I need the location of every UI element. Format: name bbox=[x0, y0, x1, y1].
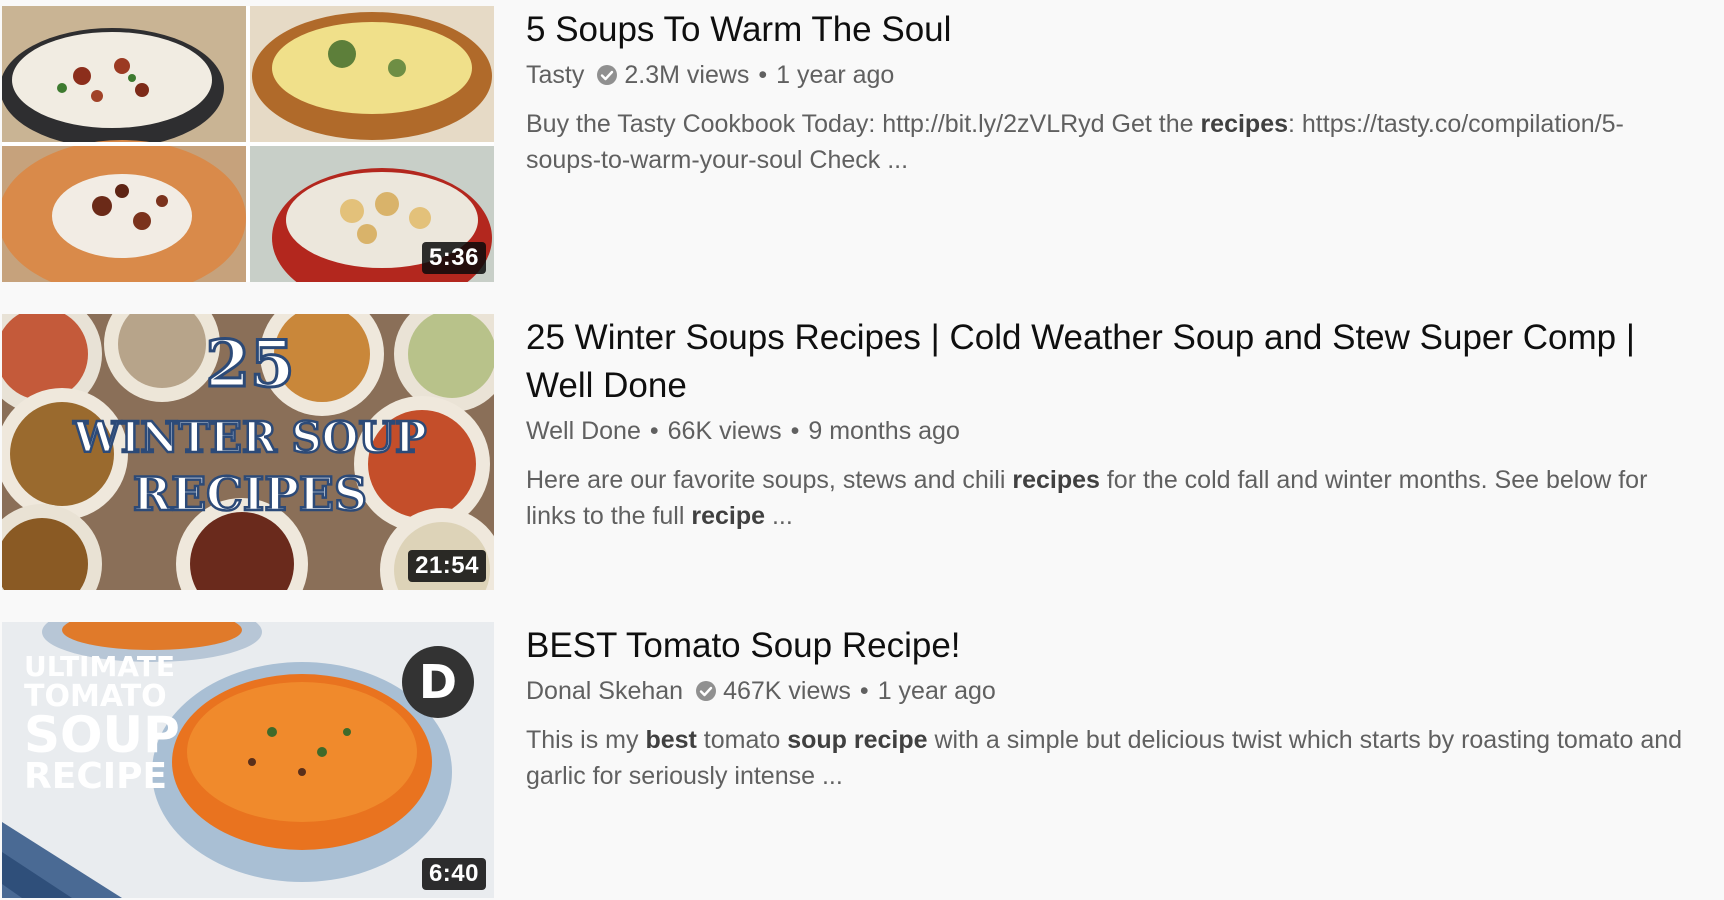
meta-separator: • bbox=[758, 61, 768, 89]
thumbnail-text: RECIPES bbox=[133, 467, 367, 521]
view-count: 467K views bbox=[723, 677, 851, 705]
highlighted-term: recipes bbox=[1200, 110, 1289, 138]
highlighted-term: recipe bbox=[691, 502, 766, 530]
video-result[interactable]: 25 WINTER SOUP RECIPES 21:54 25 Winter S… bbox=[0, 314, 1724, 592]
video-meta: Donal Skehan 467K views • 1 year ago bbox=[526, 674, 1696, 708]
video-result[interactable]: 5:36 5 Soups To Warm The Soul Tasty 2.3M… bbox=[0, 6, 1724, 284]
meta-separator: • bbox=[859, 677, 869, 705]
video-info: 5 Soups To Warm The Soul Tasty 2.3M view… bbox=[526, 6, 1696, 178]
video-title[interactable]: 5 Soups To Warm The Soul bbox=[526, 6, 1696, 54]
thumbnail-text: RECIPE bbox=[24, 756, 167, 797]
meta-separator: • bbox=[649, 417, 659, 445]
video-info: BEST Tomato Soup Recipe! Donal Skehan 46… bbox=[526, 622, 1696, 794]
description-text: ... bbox=[765, 502, 793, 530]
thumbnail-text: 25 bbox=[205, 327, 294, 402]
video-thumbnail[interactable]: D ULTIMATE TOMATO SOUP RECIPE 6:40 bbox=[2, 622, 494, 898]
description-text: This is my bbox=[526, 726, 646, 754]
verified-check-icon bbox=[596, 64, 618, 86]
video-description: This is my best tomato soup recipe with … bbox=[526, 722, 1696, 794]
description-text bbox=[847, 726, 854, 754]
verified-check-icon bbox=[695, 680, 717, 702]
video-description: Buy the Tasty Cookbook Today: http://bit… bbox=[526, 106, 1696, 178]
thumbnail-text: D bbox=[419, 655, 457, 709]
video-duration: 21:54 bbox=[408, 550, 486, 582]
meta-separator: • bbox=[790, 417, 800, 445]
highlighted-term: recipe bbox=[853, 726, 928, 754]
channel-name[interactable]: Donal Skehan bbox=[526, 674, 683, 708]
video-title[interactable]: 25 Winter Soups Recipes | Cold Weather S… bbox=[526, 314, 1696, 410]
highlighted-term: recipes bbox=[1012, 466, 1100, 494]
thumbnail-text: WINTER SOUP bbox=[72, 413, 426, 462]
upload-age: 1 year ago bbox=[877, 677, 996, 705]
view-count: 2.3M views bbox=[624, 61, 750, 89]
thumbnail-image: D ULTIMATE TOMATO SOUP RECIPE bbox=[2, 622, 494, 898]
video-result[interactable]: D ULTIMATE TOMATO SOUP RECIPE 6:40 BEST … bbox=[0, 622, 1724, 900]
channel-name[interactable]: Tasty bbox=[526, 58, 584, 92]
video-meta: Tasty 2.3M views • 1 year ago bbox=[526, 58, 1696, 92]
upload-age: 1 year ago bbox=[776, 61, 895, 89]
video-meta: Well Done • 66K views • 9 months ago bbox=[526, 414, 1696, 448]
video-duration: 5:36 bbox=[421, 242, 486, 274]
thumbnail-image: 25 WINTER SOUP RECIPES bbox=[2, 314, 494, 590]
video-info: 25 Winter Soups Recipes | Cold Weather S… bbox=[526, 314, 1696, 534]
video-description: Here are our favorite soups, stews and c… bbox=[526, 462, 1696, 534]
view-count: 66K views bbox=[667, 417, 782, 445]
description-text: Here are our favorite soups, stews and c… bbox=[526, 466, 1013, 494]
upload-age: 9 months ago bbox=[808, 417, 960, 445]
search-results: 5:36 5 Soups To Warm The Soul Tasty 2.3M… bbox=[0, 0, 1724, 900]
description-text: tomato bbox=[696, 726, 788, 754]
video-title[interactable]: BEST Tomato Soup Recipe! bbox=[526, 622, 1696, 670]
video-thumbnail[interactable]: 5:36 bbox=[2, 6, 494, 282]
video-thumbnail[interactable]: 25 WINTER SOUP RECIPES 21:54 bbox=[2, 314, 494, 590]
channel-name[interactable]: Well Done bbox=[526, 414, 641, 448]
video-duration: 6:40 bbox=[421, 858, 486, 890]
highlighted-term: best bbox=[645, 726, 697, 754]
highlighted-term: soup bbox=[787, 726, 847, 754]
thumbnail-image bbox=[2, 6, 494, 282]
description-text: Buy the Tasty Cookbook Today: http://bit… bbox=[526, 110, 1201, 138]
